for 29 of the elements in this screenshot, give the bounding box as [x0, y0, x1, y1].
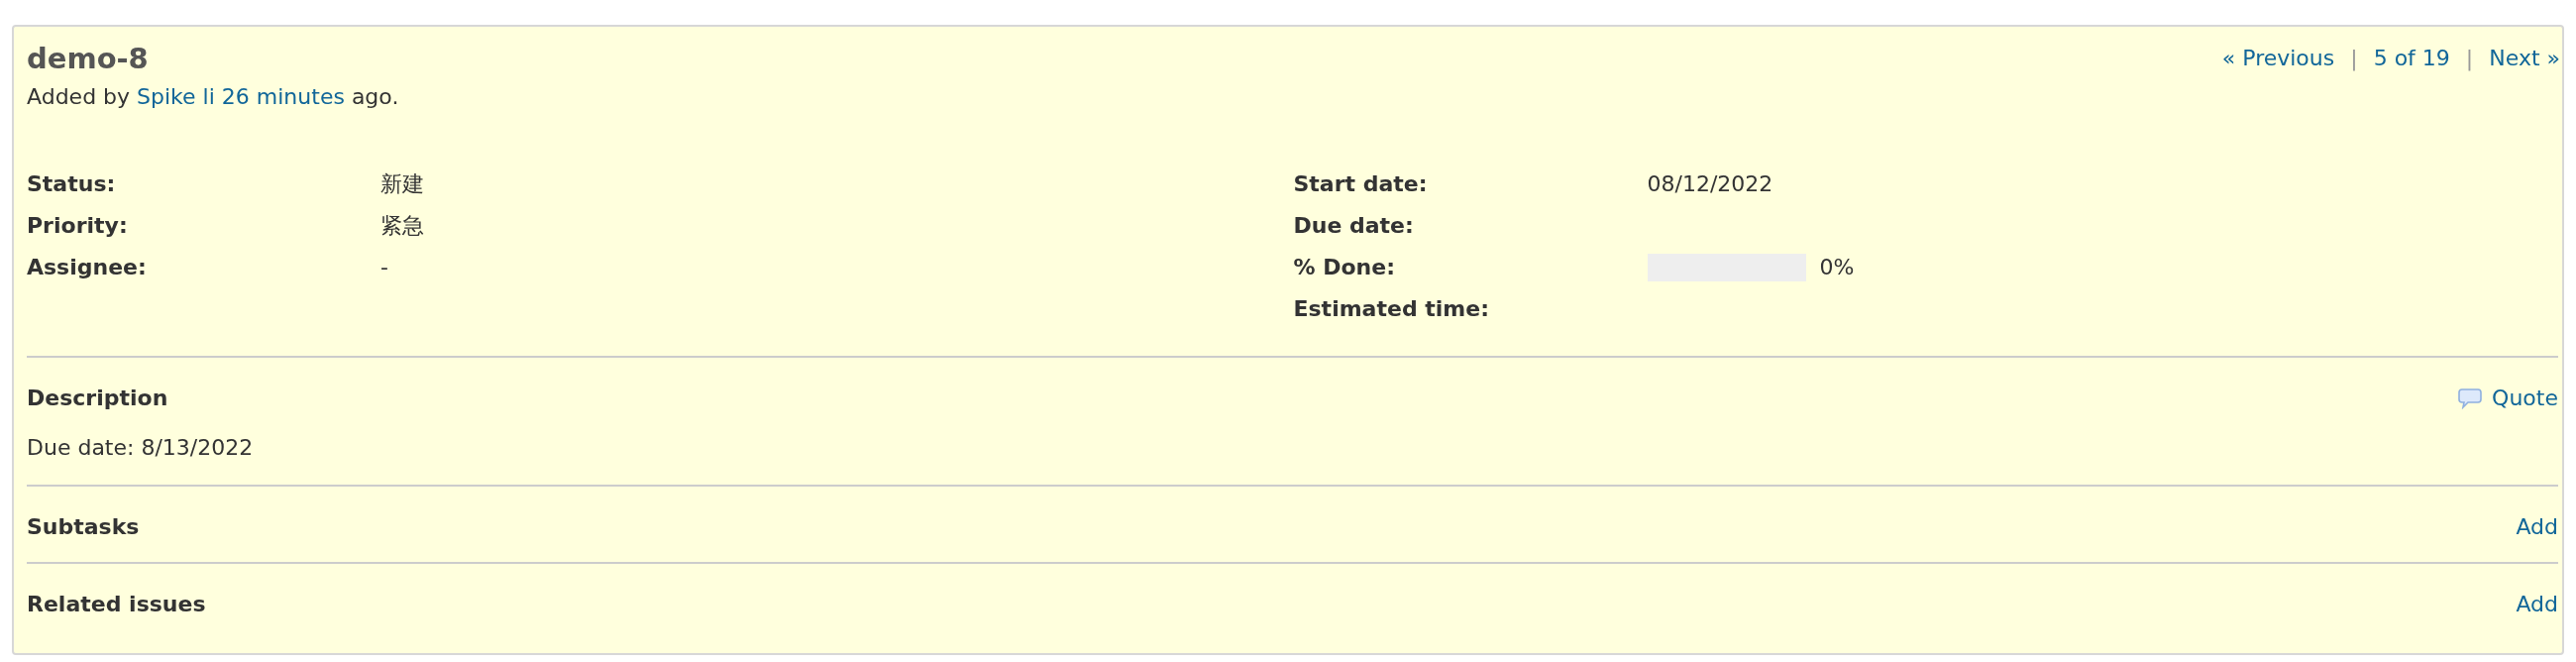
section-heading: Description [27, 385, 168, 412]
add-link[interactable]: Add [2516, 590, 2558, 619]
field-value: 新建 [380, 170, 424, 198]
field-value: 08/12/2022 [1647, 170, 1773, 198]
quote-link[interactable]: Quote [2458, 384, 2558, 413]
progress-reading: 0% [1819, 254, 1855, 281]
field-label: Estimated time: [1293, 295, 1489, 323]
field-value: - [380, 254, 388, 281]
field-label: Priority: [27, 212, 128, 240]
field-value: 紧急 [380, 212, 424, 240]
author-line: Added by Spike li 26 minutes ago. [27, 83, 399, 111]
field-label: Status: [27, 170, 116, 198]
section-heading: Subtasks [27, 513, 140, 541]
field-label: % Done: [1293, 254, 1395, 281]
separator: | [2465, 45, 2474, 73]
speech-bubble-icon [2458, 387, 2483, 409]
nav-link[interactable]: 5 of 19 [2373, 37, 2450, 80]
add-link[interactable]: Add [2516, 512, 2558, 542]
field-label: Start date: [1293, 170, 1428, 198]
section-heading: Related issues [27, 591, 206, 618]
nav-link[interactable]: « Previous [2221, 37, 2335, 80]
description-text: Due date: 8/13/2022 [27, 434, 255, 462]
separator: | [2350, 45, 2358, 73]
issue-title: demo-8 [27, 41, 150, 77]
field-label: Due date: [1293, 212, 1414, 240]
nav-link[interactable]: Next » [2489, 37, 2560, 80]
time-link[interactable]: 26 minutes [221, 84, 345, 109]
author-link[interactable]: Spike li [137, 84, 215, 109]
field-label: Assignee: [27, 254, 147, 281]
